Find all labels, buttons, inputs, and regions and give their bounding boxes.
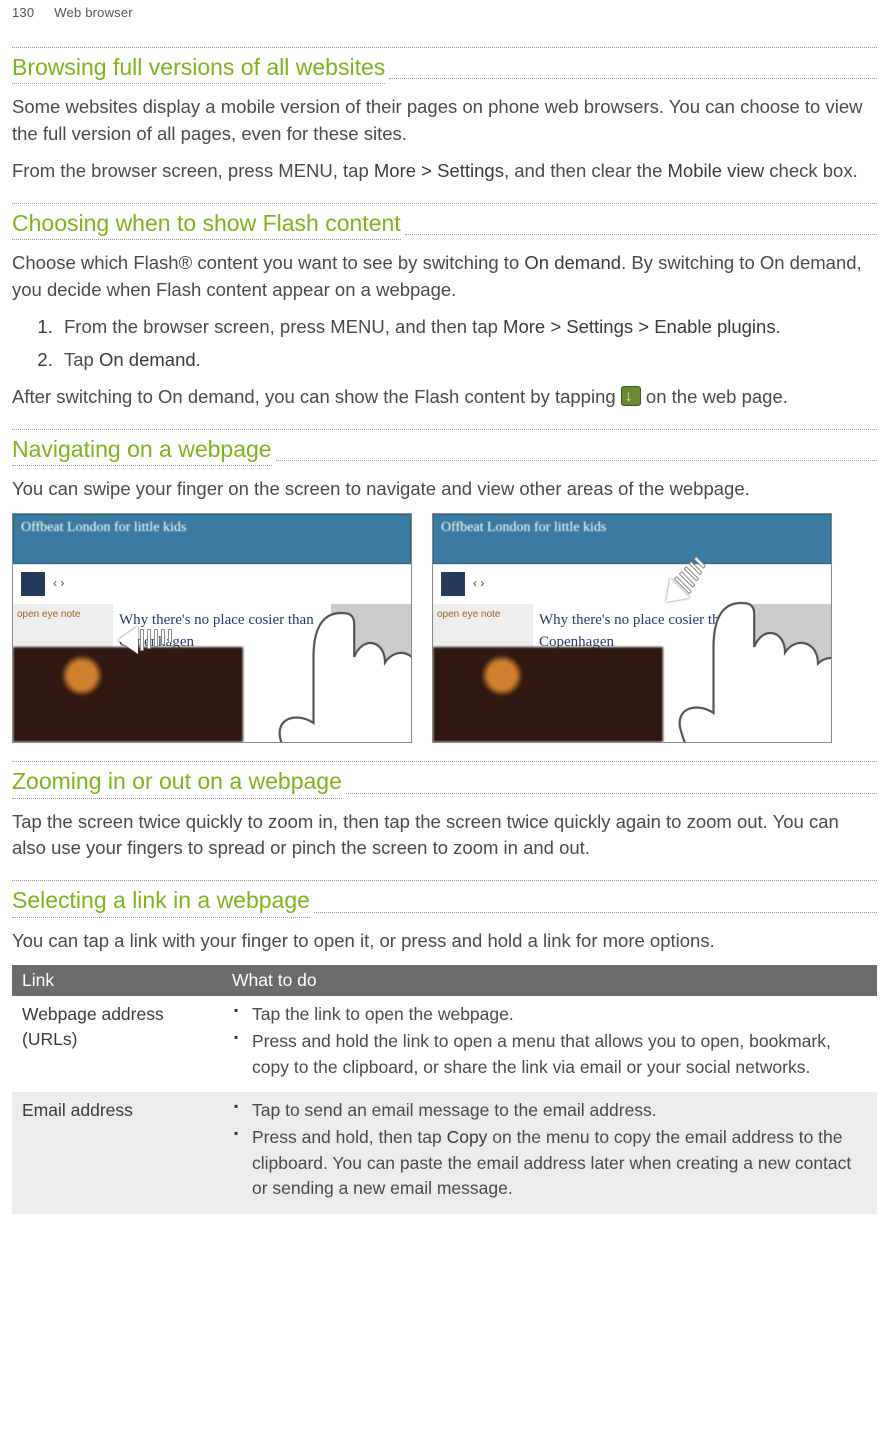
link-actions-table: Link What to do Webpage address (URLs) T… <box>12 965 877 1214</box>
col-link: Link <box>12 965 222 996</box>
hand-gesture-icon <box>231 602 412 743</box>
section-navigating: Navigating on a webpage You can swipe yo… <box>12 429 877 743</box>
body-text: From the browser screen, press MENU, tap… <box>12 158 877 185</box>
swipe-diagonal-illustration: Offbeat London for little kids ‹ › open … <box>432 513 832 743</box>
body-text: Some websites display a mobile version o… <box>12 94 877 148</box>
flash-download-icon <box>621 386 641 406</box>
row-content: Tap to send an email message to the emai… <box>222 1092 877 1214</box>
section-title: Choosing when to show Flash content <box>12 206 401 241</box>
section-flash-content: Choosing when to show Flash content Choo… <box>12 203 877 411</box>
list-item: Tap the link to open the webpage. <box>232 1002 867 1027</box>
step-item: Tap On demand. <box>58 347 877 374</box>
section-title: Zooming in or out on a webpage <box>12 764 342 799</box>
list-item: Press and hold, then tap Copy on the men… <box>232 1125 867 1201</box>
ui-label: On demand <box>99 349 196 370</box>
chapter-title: Web browser <box>54 4 133 23</box>
list-item: Tap to send an email message to the emai… <box>232 1098 867 1123</box>
step-item: From the browser screen, press MENU, and… <box>58 314 877 341</box>
swipe-left-arrow-icon <box>118 626 172 654</box>
section-selecting-link: Selecting a link in a webpage You can ta… <box>12 880 877 1213</box>
ui-label: Copy <box>447 1127 488 1147</box>
page-number: 130 <box>12 4 34 23</box>
row-label: Webpage address (URLs) <box>12 996 222 1092</box>
steps-list: From the browser screen, press MENU, and… <box>40 314 877 374</box>
body-text: You can tap a link with your finger to o… <box>12 928 877 955</box>
section-title: Selecting a link in a webpage <box>12 883 310 918</box>
ui-label: On demand <box>524 252 621 273</box>
row-content: Tap the link to open the webpage. Press … <box>222 996 877 1092</box>
page-header: 130 Web browser <box>12 0 877 29</box>
table-header-row: Link What to do <box>12 965 877 996</box>
table-row: Webpage address (URLs) Tap the link to o… <box>12 996 877 1092</box>
body-text: You can swipe your finger on the screen … <box>12 476 877 503</box>
table-row: Email address Tap to send an email messa… <box>12 1092 877 1214</box>
list-item: Press and hold the link to open a menu t… <box>232 1029 867 1080</box>
section-browsing-full-versions: Browsing full versions of all websites S… <box>12 47 877 185</box>
illustration-row: Offbeat London for little kids ‹ › open … <box>12 513 877 743</box>
body-text: Tap the screen twice quickly to zoom in,… <box>12 809 877 863</box>
ui-path: More > Settings <box>374 160 504 181</box>
hand-gesture-icon <box>631 592 832 743</box>
body-text: After switching to On demand, you can sh… <box>12 384 877 411</box>
row-label: Email address <box>12 1092 222 1214</box>
section-title: Navigating on a webpage <box>12 432 272 467</box>
ui-path: More > Settings > Enable plugins <box>503 316 776 337</box>
section-zooming: Zooming in or out on a webpage Tap the s… <box>12 761 877 862</box>
section-title: Browsing full versions of all websites <box>12 50 385 85</box>
swipe-horizontal-illustration: Offbeat London for little kids ‹ › open … <box>12 513 412 743</box>
col-what-to-do: What to do <box>222 965 877 996</box>
body-text: Choose which Flash® content you want to … <box>12 250 877 304</box>
ui-label: Mobile view <box>668 160 765 181</box>
